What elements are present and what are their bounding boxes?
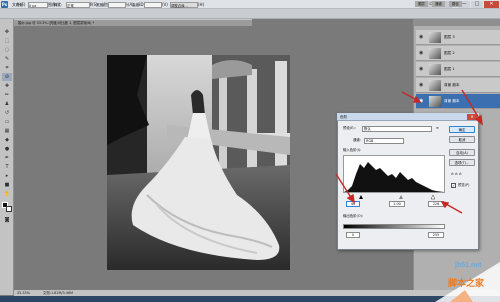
preset-label: 预设(E): (343, 126, 356, 130)
eye-icon[interactable]: ◉ (419, 66, 425, 72)
move-tool-icon[interactable]: ✥ (2, 28, 12, 36)
dodge-tool-icon[interactable]: ● (2, 145, 12, 153)
style-label: 样式: (54, 3, 63, 7)
document-tab[interactable]: 婚纱.jpg @ 33.3% (亮度/对比度 1, 图层蒙版/8) * (14, 19, 252, 26)
ok-button[interactable]: 确定 (449, 126, 475, 133)
layer-thumbnail (429, 96, 441, 107)
bride-photo (107, 55, 290, 270)
layer-row[interactable]: ◉ 图层 3 (416, 30, 500, 45)
dialog-title: 色阶 (337, 113, 479, 121)
output-levels-label: 输出色阶(O): (343, 214, 364, 218)
quick-select-tool-icon[interactable]: ✎ (2, 55, 12, 63)
eye-icon[interactable]: ◉ (419, 50, 425, 56)
healing-tool-icon[interactable]: ✚ (2, 82, 12, 90)
marquee-tool-icon[interactable]: ⬚ (2, 37, 12, 45)
width-input[interactable] (108, 2, 126, 8)
layer-name: 图层 2 (444, 51, 455, 55)
tab-paths[interactable]: 路径 (449, 1, 462, 7)
preview-checkbox[interactable]: ✓ (451, 183, 456, 188)
channel-label: 通道: (353, 138, 361, 142)
options-bar (0, 9, 500, 19)
panel-tabs (413, 19, 500, 26)
refine-edge-button[interactable]: 调整边缘... (170, 2, 198, 8)
quick-mask-icon[interactable]: ◙ (2, 216, 12, 224)
background-color-swatch[interactable] (6, 206, 12, 212)
zoom-level[interactable]: 33.33% (17, 291, 30, 295)
crop-tool-icon[interactable]: ⌗ (2, 64, 12, 72)
input-levels-label: 输入色阶(I): (343, 148, 362, 152)
canvas-image[interactable] (107, 55, 290, 270)
close-button[interactable]: ✕ (484, 1, 499, 8)
output-black-field[interactable]: 0 (346, 232, 360, 238)
layer-row[interactable]: ◉ 图层 2 (416, 46, 500, 61)
feather-input[interactable]: 0 px (28, 2, 48, 8)
options-button[interactable]: 选项(T)... (449, 159, 475, 166)
auto-button[interactable]: 自动(A) (449, 149, 475, 156)
layer-name: 图层 3 (444, 35, 455, 39)
gradient-tool-icon[interactable]: ▦ (2, 127, 12, 135)
layer-thumbnail (429, 80, 441, 91)
eye-icon[interactable]: ◉ (419, 82, 425, 88)
height-input[interactable] (144, 2, 162, 8)
channel-select[interactable]: RGB (364, 138, 404, 144)
preset-select[interactable]: 默认 (362, 126, 432, 132)
eye-icon[interactable]: ◉ (419, 98, 425, 104)
layer-thumbnail (429, 64, 441, 75)
preset-options-icon[interactable]: ≡ (436, 126, 439, 131)
brush-tool-icon[interactable]: ✏ (2, 91, 12, 99)
black-point-handle (359, 195, 363, 199)
path-select-icon[interactable]: ▸ (2, 172, 12, 180)
input-slider[interactable] (343, 194, 445, 200)
input-gamma-field[interactable]: 1.00 (389, 201, 405, 207)
layer-row-selected[interactable]: ◉ 背景 副本 (416, 94, 500, 109)
width-label: 宽度: (96, 3, 105, 7)
gamma-handle (399, 195, 403, 199)
input-white-field[interactable]: 226 (428, 201, 444, 207)
tab-channels[interactable]: 通道 (432, 1, 445, 7)
eraser-tool-icon[interactable]: ▭ (2, 118, 12, 126)
layer-thumbnail (429, 48, 441, 59)
history-brush-icon[interactable]: ↺ (2, 109, 12, 117)
feather-label: 羽化: (16, 3, 25, 7)
input-black-field[interactable]: 46 (346, 201, 360, 207)
layer-thumbnail (429, 32, 441, 43)
tab-layers[interactable]: 图层 (415, 1, 428, 7)
eye-icon[interactable]: ◉ (419, 34, 425, 40)
eyedropper-tool-icon[interactable]: ⊘ (2, 73, 12, 81)
layer-name: 图层 1 (444, 67, 455, 71)
layer-name: 背景 副本 (444, 99, 460, 103)
histogram-graph (344, 162, 444, 192)
cancel-button[interactable]: 取消 (449, 136, 475, 143)
document-size: 文档:1.82M/3.46M (43, 291, 74, 295)
shape-tool-icon[interactable]: ■ (2, 181, 12, 189)
layer-row[interactable]: ◉ 图层 1 (416, 62, 500, 77)
lasso-tool-icon[interactable]: ◌ (2, 46, 12, 54)
pen-tool-icon[interactable]: ✒ (2, 154, 12, 162)
text-tool-icon[interactable]: T (2, 163, 12, 171)
photoshop-logo: Ps (1, 1, 8, 8)
histogram (343, 155, 445, 193)
style-select[interactable]: 正常 (66, 2, 90, 8)
white-point-handle (430, 194, 436, 200)
watermark-name: 脚本之家 (448, 279, 485, 289)
stamp-tool-icon[interactable]: ♟ (2, 100, 12, 108)
eyedropper-icons[interactable]: ⊘ ⊘ ⊘ (451, 172, 462, 177)
height-label: 高度: (132, 3, 141, 7)
output-white-field[interactable]: 255 (428, 232, 444, 238)
layer-name: 背景 副本 (444, 83, 460, 87)
dialog-close-icon[interactable]: ✕ (467, 114, 477, 120)
hand-tool-icon[interactable]: ✋ (2, 190, 12, 198)
preview-label: 预览(P) (458, 183, 470, 187)
output-gradient (343, 224, 445, 229)
maximize-button[interactable]: □ (471, 1, 483, 8)
watermark-site: jb51.net (455, 262, 482, 269)
blur-tool-icon[interactable]: ◆ (2, 136, 12, 144)
layer-row[interactable]: ◉ 背景 副本 (416, 78, 500, 93)
